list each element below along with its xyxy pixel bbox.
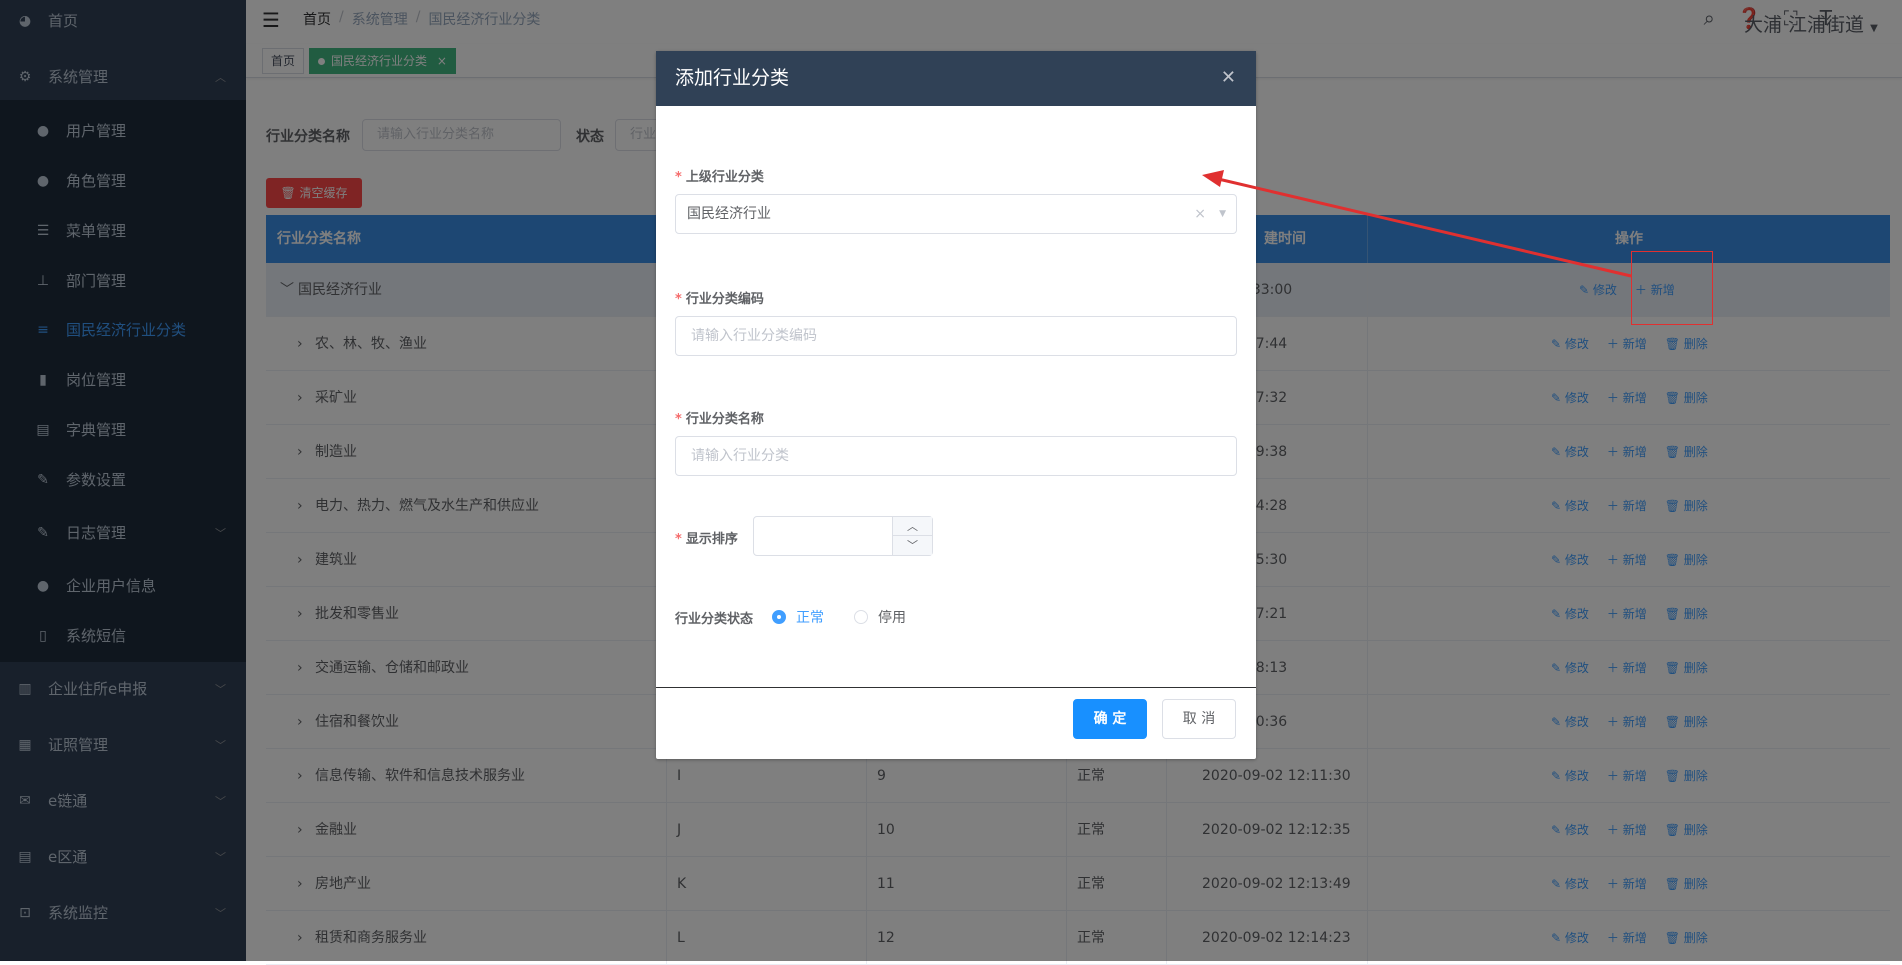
annotation-arrow xyxy=(1202,170,1632,278)
